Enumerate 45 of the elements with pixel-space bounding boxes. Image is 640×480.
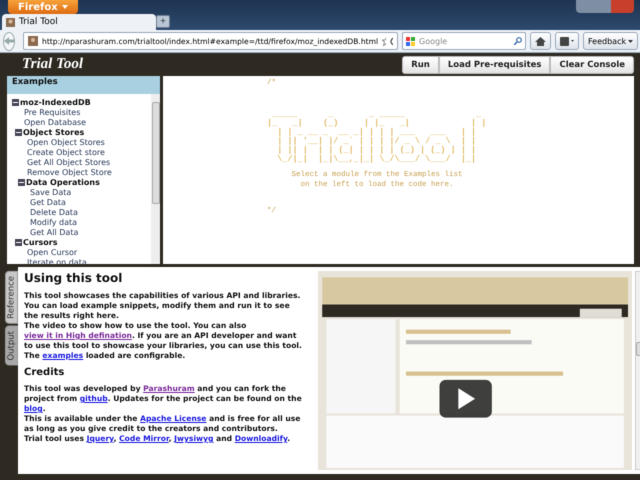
side-tab[interactable]: Reference [5, 271, 18, 324]
tree-item[interactable]: Open Database [24, 118, 86, 126]
tree-item[interactable]: Open Cursor [27, 248, 78, 256]
tree-item[interactable]: Pre Requisites [24, 108, 80, 116]
feedback-button[interactable]: Feedback [583, 32, 638, 50]
search-field[interactable]: Google [402, 32, 526, 50]
tree-item[interactable]: Get All Data [30, 228, 78, 236]
dropdown-arrow-icon [628, 40, 634, 42]
tree-item[interactable]: Get Data [30, 198, 66, 206]
favicon-icon [28, 36, 38, 46]
ascii-art-logo: _____ _ _ _____ _ |_ _| (_) | |_ _| | | | | _ __ _ __ _| | | | ___ ___ | | | || '__| |/ _` | | | |/ _ \ / _ \ | | | || | | | (_| | | | | (_) | (_) | | | \_/|_| |_|\__,_|_| \_/\___/ \___/ |_| [267, 110, 488, 164]
tree-item[interactable]: Create Object store [27, 148, 105, 156]
app-title: Trial Tool [22, 56, 83, 73]
collapse-icon[interactable] [18, 178, 25, 186]
tree-item[interactable]: Delete Data [30, 208, 78, 216]
favicon-icon [6, 18, 15, 26]
tree-folder[interactable]: Object Stores [23, 128, 84, 136]
doc-heading: Using this tool [24, 271, 124, 285]
tree-folder[interactable]: Cursors [23, 238, 58, 246]
section-heading: Credits [24, 367, 66, 378]
tree-item[interactable]: Open Object Stores [27, 138, 105, 146]
tree-folder[interactable]: Data Operations [26, 178, 100, 186]
tree-item[interactable]: Save Data [30, 188, 72, 196]
side-tab[interactable]: Output [5, 326, 18, 366]
toolbar-button[interactable]: Load Pre-requisites [438, 56, 550, 74]
bookmarks-icon [560, 36, 574, 46]
dropdown-arrow-icon [62, 5, 68, 9]
toolbar-button[interactable]: Clear Console [550, 56, 634, 74]
search-icon[interactable] [514, 37, 522, 45]
tree-item[interactable]: Modify data [30, 218, 78, 226]
bookmarks-button[interactable] [555, 32, 579, 50]
home-icon [535, 36, 546, 46]
google-icon [406, 36, 415, 46]
tree-folder[interactable]: moz-IndexedDB [20, 98, 91, 106]
collapse-icon[interactable] [15, 128, 22, 136]
collapse-icon[interactable] [12, 98, 19, 106]
new-tab-button[interactable]: + [156, 15, 170, 28]
tree-item[interactable]: Get All Object Stores [27, 158, 110, 166]
tree-item[interactable]: Remove Object Store [27, 168, 112, 176]
home-button[interactable] [530, 32, 551, 50]
scrollbar[interactable] [151, 94, 160, 264]
toolbar-button[interactable]: Run [402, 56, 439, 74]
collapse-icon[interactable] [15, 238, 22, 246]
sidebar-heading: Examples [7, 76, 160, 94]
browser-tab[interactable]: Trial Tool [2, 14, 156, 30]
